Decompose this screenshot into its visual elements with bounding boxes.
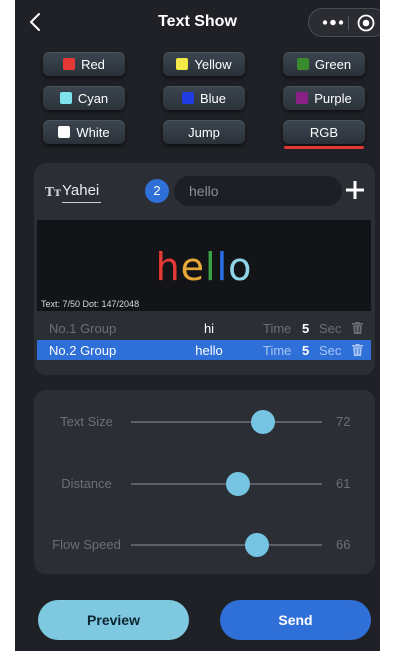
group-row[interactable]: No.1 Group hi Time 5 Sec <box>37 318 371 338</box>
group-name: No.2 Group <box>49 342 117 358</box>
add-icon[interactable] <box>346 181 364 199</box>
time-value[interactable]: 5 <box>302 343 309 358</box>
color-button-label: Yellow <box>194 56 232 72</box>
preview-letter: h <box>155 245 181 289</box>
text-size-thumb[interactable] <box>250 410 275 434</box>
time-value[interactable]: 5 <box>302 321 309 336</box>
mode-button-label: Jump <box>188 124 220 140</box>
preview-letter: l <box>216 245 229 289</box>
mode-button-rgb[interactable]: RGB <box>283 120 365 144</box>
color-button-label: Purple <box>314 90 352 106</box>
preview-button[interactable]: Preview <box>38 600 189 640</box>
app-screen: Text Show Red Yellow Green Cyan Blue Pur… <box>15 0 380 651</box>
text-input[interactable] <box>174 176 342 206</box>
preview-letter: o <box>228 245 253 289</box>
group-row-selected[interactable]: No.2 Group hello Time 5 Sec <box>37 340 371 360</box>
color-button-white[interactable]: White <box>43 120 125 144</box>
color-button-label: Red <box>81 56 105 72</box>
color-button-cyan[interactable]: Cyan <box>43 86 125 110</box>
blue-swatch <box>181 92 194 104</box>
led-preview-area: hello Text: 7/50 Dot: 147/2048 <box>37 220 371 311</box>
more-dots-icon[interactable] <box>320 14 346 31</box>
color-button-purple[interactable]: Purple <box>283 86 365 110</box>
color-button-label: Green <box>314 56 352 72</box>
distance-value: 61 <box>336 476 351 491</box>
flow-speed-thumb[interactable] <box>245 533 270 557</box>
white-swatch <box>58 126 71 138</box>
color-button-label: Blue <box>199 90 227 106</box>
font-selector[interactable]: Yahei <box>62 182 99 199</box>
color-button-blue[interactable]: Blue <box>163 86 245 110</box>
trash-icon[interactable] <box>352 322 363 334</box>
yellow-swatch <box>176 58 189 70</box>
flow-speed-slider[interactable] <box>131 533 322 557</box>
flow-speed-label: Flow Speed <box>52 537 121 552</box>
capsule-divider <box>348 16 349 30</box>
group-text: hello <box>195 342 223 358</box>
red-swatch <box>63 58 76 70</box>
mini-program-capsule <box>308 8 380 37</box>
mode-button-jump[interactable]: Jump <box>163 120 245 144</box>
group-text: hi <box>203 320 215 336</box>
color-button-label: White <box>76 124 110 140</box>
send-button[interactable]: Send <box>220 600 371 640</box>
time-unit: Sec <box>319 320 342 336</box>
group-count-badge: 2 <box>145 179 169 203</box>
font-underline <box>62 202 101 203</box>
dot-stats: Text: 7/50 Dot: 147/2048 <box>41 299 140 309</box>
preview-text: hello <box>37 245 371 289</box>
distance-label: Distance <box>61 476 112 491</box>
header: Text Show <box>15 0 380 44</box>
text-size-label: Text Size <box>60 414 113 429</box>
color-button-red[interactable]: Red <box>43 52 125 76</box>
time-label: Time <box>263 342 292 358</box>
flow-speed-value: 66 <box>336 537 351 552</box>
color-button-green[interactable]: Green <box>283 52 365 76</box>
cyan-swatch <box>59 92 72 104</box>
color-button-label: Cyan <box>77 90 109 106</box>
time-label: Time <box>263 320 292 336</box>
color-button-yellow[interactable]: Yellow <box>163 52 245 76</box>
font-icon: Tт <box>45 185 62 199</box>
text-size-value: 72 <box>336 414 351 429</box>
distance-thumb[interactable] <box>225 472 250 496</box>
mode-button-label: RGB <box>309 124 339 140</box>
selected-mode-indicator <box>284 146 364 149</box>
trash-icon[interactable] <box>352 344 363 356</box>
text-size-slider[interactable] <box>131 410 322 434</box>
preview-letter: e <box>180 245 206 289</box>
green-swatch <box>296 58 309 70</box>
group-name: No.1 Group <box>49 320 117 336</box>
purple-swatch <box>296 92 309 104</box>
distance-slider[interactable] <box>131 472 322 496</box>
close-target-icon[interactable] <box>357 14 375 32</box>
preview-letter: l <box>205 245 217 289</box>
time-unit: Sec <box>319 342 342 358</box>
